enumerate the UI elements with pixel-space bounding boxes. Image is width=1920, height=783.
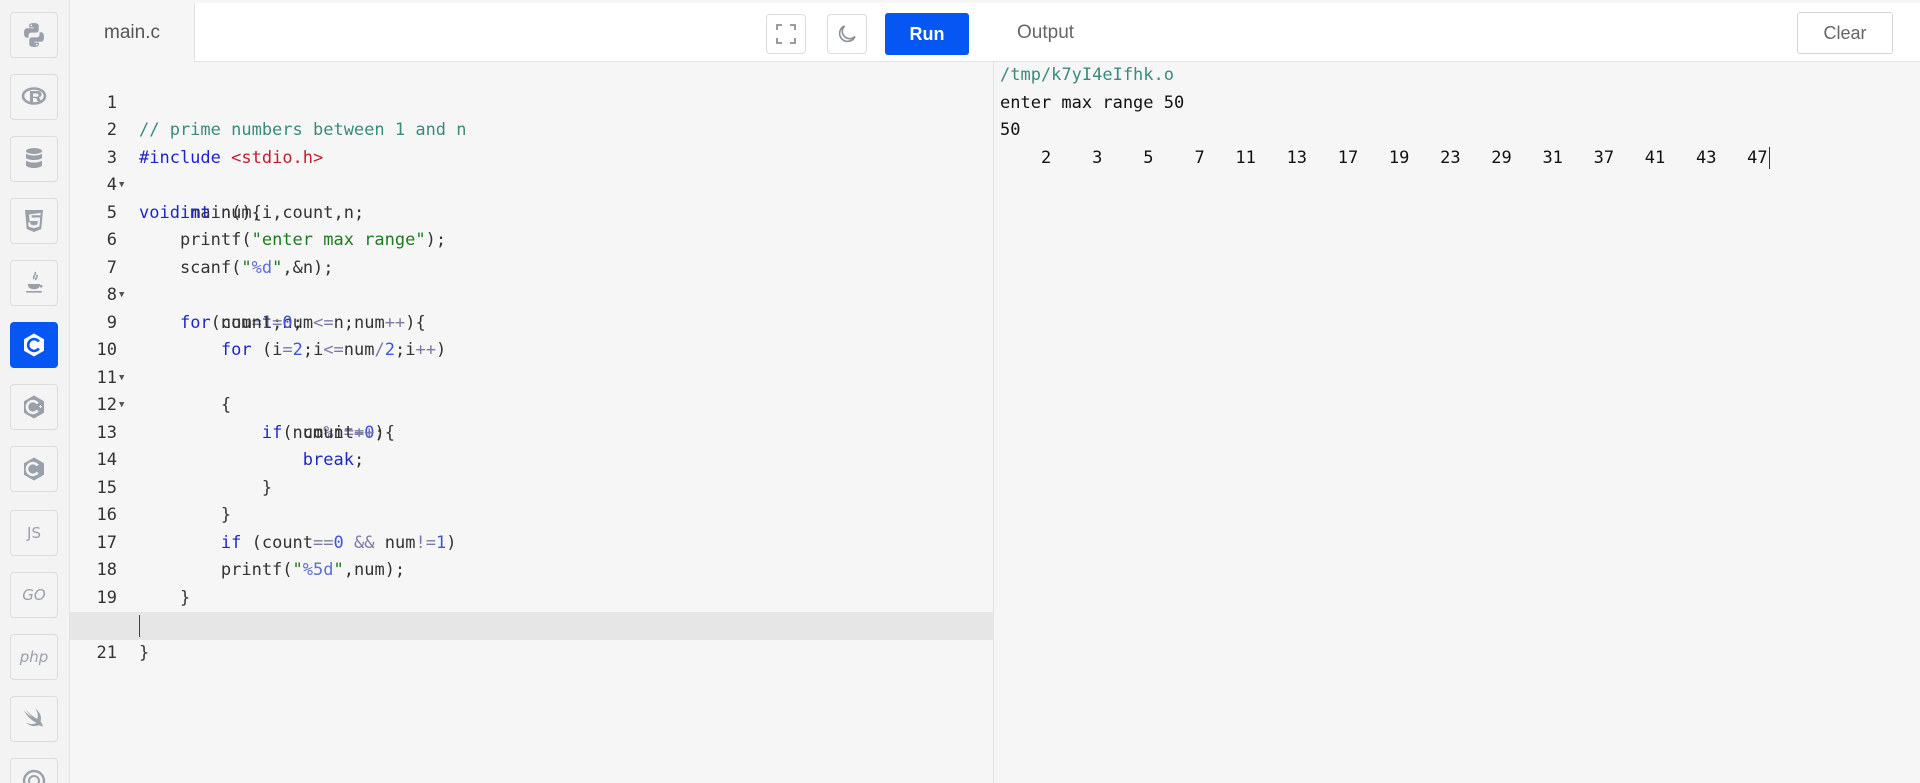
swift-button[interactable] <box>10 696 58 742</box>
code-editor[interactable]: 1 // prime numbers between 1 and n 2 #in… <box>70 62 994 783</box>
moon-icon <box>838 25 856 43</box>
c-button[interactable] <box>10 322 58 368</box>
java-icon <box>26 271 43 293</box>
go-label: GO <box>22 586 46 604</box>
output-console[interactable]: /tmp/k7yI4eIfhk.o enter max range 50 50 … <box>994 62 1920 783</box>
clear-button[interactable]: Clear <box>1797 12 1893 54</box>
code-line: 17 printf("%5d",num); <box>96 532 406 581</box>
r-button[interactable] <box>10 74 58 120</box>
cpp-button[interactable] <box>10 384 58 430</box>
file-tab-main-c[interactable]: main.c <box>70 3 195 62</box>
csharp-icon <box>24 457 44 481</box>
output-line: 50 <box>1000 120 1021 140</box>
code-line: 9 for (i=2;i<=num/2;i++) <box>106 312 447 361</box>
sql-button[interactable] <box>10 136 58 182</box>
javascript-button[interactable]: JS <box>10 510 58 556</box>
php-label: php <box>19 648 49 666</box>
swift-icon <box>24 708 43 727</box>
r-icon <box>21 87 47 105</box>
cpp-icon <box>24 395 44 419</box>
js-label: JS <box>27 524 41 542</box>
primes-output: 2 3 5 7 11 13 17 19 23 29 31 37 41 43 47 <box>1000 147 1768 168</box>
output-line: /tmp/k7yI4eIfhk.o <box>1000 65 1174 85</box>
code-line: 14 } <box>96 450 273 498</box>
console-cursor <box>1768 146 1770 169</box>
code-line: 12 count++; <box>96 395 385 443</box>
code-line: 8 count=0; <box>106 285 303 333</box>
output-line: enter max range 50 <box>1000 92 1185 113</box>
code-line: 11 ▼ if(num%i==0){ <box>96 367 395 443</box>
text-cursor <box>139 615 140 637</box>
java-button[interactable] <box>10 260 58 306</box>
code-line: 5 printf("enter max range"); <box>106 202 447 251</box>
code-line: 15 } <box>96 477 232 526</box>
database-icon <box>26 148 42 168</box>
fullscreen-button[interactable] <box>766 14 806 54</box>
code-line: 19 return; <box>96 587 252 636</box>
code-line: 16 if (count==0 && num!=1) <box>96 505 457 553</box>
code-line: 20 } <box>97 615 150 663</box>
fullscreen-icon <box>776 24 796 44</box>
go-button[interactable]: GO <box>10 572 58 618</box>
code-line: 3 ▼ void main(){ <box>106 147 262 223</box>
output-toolbar: Output Clear <box>994 3 1920 62</box>
output-title: Output <box>1017 22 1075 43</box>
code-line: 2 #include <stdio.h> <box>106 120 324 168</box>
csharp-button[interactable] <box>10 446 58 492</box>
code-line: 6 scanf("%d",&n); <box>106 230 334 278</box>
code-line: 1 // prime numbers between 1 and n <box>106 92 467 141</box>
language-sidebar: JS GO php <box>0 0 70 783</box>
php-button[interactable]: php <box>10 634 58 680</box>
code-line-active: 21 <box>70 612 994 663</box>
html-button[interactable] <box>10 198 58 244</box>
code-line: 4 int num,i,count,n; <box>106 175 365 223</box>
html5-icon <box>25 210 43 232</box>
code-line: 7 ▼ for(num=1;num<=n;num++){ <box>106 257 426 333</box>
theme-toggle-button[interactable] <box>827 14 867 54</box>
code-line: 18 } <box>96 560 191 608</box>
python-button[interactable] <box>10 12 58 58</box>
editor-toolbar: main.c Run <box>70 3 994 62</box>
python-icon <box>24 23 44 47</box>
rust-icon <box>22 769 46 783</box>
code-line: 13 break; <box>96 422 365 471</box>
rust-button[interactable] <box>10 758 58 783</box>
run-button[interactable]: Run <box>885 13 969 55</box>
code-line: 10 ▼ { <box>96 340 232 415</box>
output-line-primes: 2 3 5 7 11 13 17 19 23 29 31 37 41 43 47 <box>1000 145 1770 173</box>
c-icon <box>24 333 44 357</box>
